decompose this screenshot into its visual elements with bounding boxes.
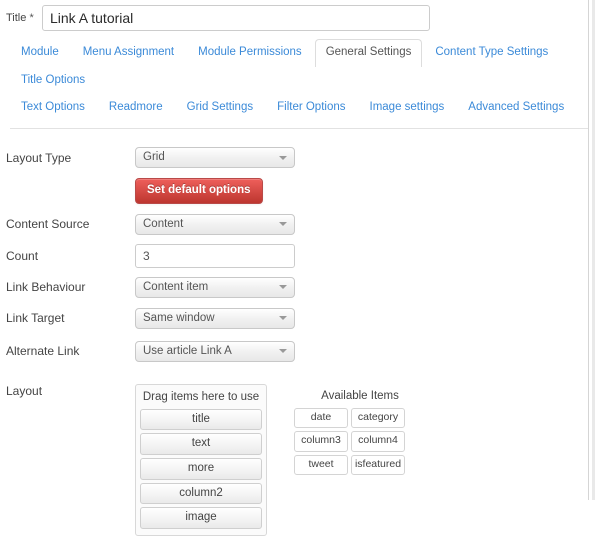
content-source-control: Content	[135, 213, 600, 235]
title-label: Title *	[6, 11, 42, 24]
tab-grid-settings[interactable]: Grid Settings	[176, 94, 264, 122]
link-target-label: Link Target	[6, 311, 65, 325]
link-target-value: Same window	[143, 311, 215, 324]
chevron-down-icon	[279, 349, 287, 353]
layout-type-label: Layout Type	[6, 150, 72, 165]
alternate-link-label: Alternate Link	[6, 344, 80, 358]
tab-module[interactable]: Module	[10, 39, 70, 67]
chevron-down-icon	[279, 222, 287, 226]
link-target-select[interactable]: Same window	[135, 307, 295, 329]
drag-item[interactable]: more	[140, 457, 262, 480]
required-asterisk: *	[29, 11, 34, 24]
link-behaviour-select[interactable]: Content item	[135, 276, 295, 298]
field-link-behaviour: Link Behaviour Content item	[6, 276, 600, 298]
alternate-link-control: Use article Link A	[135, 340, 600, 362]
count-input[interactable]	[135, 244, 295, 268]
available-item[interactable]: column4	[351, 431, 405, 452]
tab-bar: Module Menu Assignment Module Permission…	[0, 38, 600, 121]
drop-zone-title: Drag items here to use	[142, 391, 260, 403]
available-items-title: Available Items	[321, 390, 399, 402]
layout-type-control: Grid	[135, 147, 600, 168]
tab-row-secondary: Text Options Readmore Grid Settings Filt…	[10, 93, 588, 121]
drag-item[interactable]: image	[140, 507, 262, 529]
layout-label: Layout	[6, 384, 43, 398]
link-behaviour-value: Content item	[143, 280, 209, 293]
field-content-source: Content Source Content	[6, 213, 600, 235]
tab-readmore[interactable]: Readmore	[98, 94, 174, 122]
count-control	[135, 244, 600, 268]
content-source-label: Content Source	[6, 217, 90, 231]
layout-drop-zone[interactable]: Drag items here to use title text more c…	[135, 384, 267, 536]
available-item[interactable]: column3	[294, 431, 348, 452]
layout-control: Drag items here to use title text more c…	[135, 382, 600, 536]
layout-type-value: Grid	[143, 151, 165, 163]
general-settings-form: Layout Type Grid Set default options Con…	[0, 129, 600, 536]
field-link-target: Link Target Same window	[6, 307, 600, 329]
set-default-options-button[interactable]: Set default options	[135, 177, 263, 204]
drag-item[interactable]: title	[140, 408, 262, 431]
layout-builder: Drag items here to use title text more c…	[135, 384, 600, 536]
alternate-link-select[interactable]: Use article Link A	[135, 340, 295, 362]
available-items-grid: date category column3 column4 tweet isfe…	[294, 407, 426, 476]
set-default-control: Set default options	[135, 177, 600, 204]
content-source-select[interactable]: Content	[135, 213, 295, 235]
link-behaviour-label: Link Behaviour	[6, 280, 86, 294]
tab-title-options[interactable]: Title Options	[10, 67, 96, 95]
field-count: Count	[6, 244, 600, 268]
count-label: Count	[6, 249, 39, 263]
title-label-text: Title	[6, 11, 27, 24]
link-behaviour-control: Content item	[135, 276, 600, 298]
field-layout-type: Layout Type Grid	[6, 147, 600, 169]
layout-type-select[interactable]: Grid	[135, 147, 295, 168]
tab-row-primary: Module Menu Assignment Module Permission…	[10, 38, 588, 93]
tab-content-type-settings[interactable]: Content Type Settings	[424, 39, 559, 67]
tab-filter-options[interactable]: Filter Options	[266, 94, 356, 122]
field-set-default: Set default options	[6, 177, 600, 204]
tab-text-options[interactable]: Text Options	[10, 94, 96, 122]
tab-module-permissions[interactable]: Module Permissions	[187, 39, 313, 67]
drag-item[interactable]: text	[140, 433, 262, 455]
content-source-value: Content	[143, 217, 184, 230]
link-target-control: Same window	[135, 307, 600, 329]
available-item[interactable]: tweet	[294, 454, 348, 476]
available-item[interactable]: category	[351, 407, 405, 429]
drag-item[interactable]: column2	[140, 482, 262, 505]
tab-advanced-settings[interactable]: Advanced Settings	[457, 94, 575, 122]
available-item[interactable]: date	[294, 407, 348, 429]
chevron-down-icon	[279, 285, 287, 289]
tab-menu-assignment[interactable]: Menu Assignment	[72, 39, 185, 67]
chevron-down-icon	[279, 316, 287, 320]
available-items-panel: Available Items date category column3 co…	[294, 384, 426, 476]
available-item[interactable]: isfeatured	[351, 454, 405, 476]
title-input[interactable]	[42, 5, 430, 31]
title-field-row: Title *	[0, 0, 600, 31]
tab-image-settings[interactable]: Image settings	[359, 94, 456, 122]
field-layout: Layout Drag items here to use title text…	[6, 382, 600, 536]
field-alternate-link: Alternate Link Use article Link A	[6, 340, 600, 362]
alternate-link-value: Use article Link A	[143, 344, 232, 357]
tab-general-settings[interactable]: General Settings	[314, 39, 423, 67]
chevron-down-icon	[279, 155, 287, 160]
